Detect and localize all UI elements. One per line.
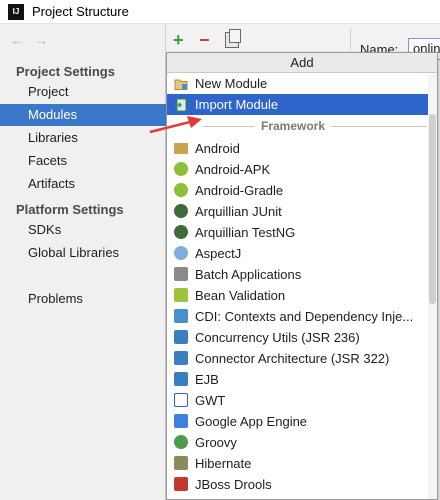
separator-label: Framework	[255, 118, 332, 134]
popup-item-framework[interactable]: Arquillian JUnit	[167, 201, 437, 222]
arquillian-icon	[174, 225, 188, 239]
folder-module-icon	[174, 76, 188, 90]
popup-item-label: Bean Validation	[195, 288, 286, 303]
groovy-icon	[174, 435, 188, 449]
popup-item-framework[interactable]: Arquillian TestNG	[167, 222, 437, 243]
popup-item-framework[interactable]: Hibernate	[167, 453, 437, 474]
add-popup: Add New Module Import Module Framework A…	[166, 52, 438, 500]
popup-item-framework[interactable]: CDI: Contexts and Dependency Inje...	[167, 306, 437, 327]
popup-item-label: Arquillian TestNG	[195, 225, 296, 240]
popup-item-label: Android	[195, 141, 240, 156]
add-icon[interactable]: +	[173, 31, 184, 49]
popup-item-framework[interactable]: Groovy	[167, 432, 437, 453]
popup-item-label: GWT	[195, 393, 226, 408]
divider	[350, 28, 351, 50]
folder-icon	[174, 143, 188, 154]
popup-item-label: Android-APK	[195, 162, 271, 177]
popup-item-label: CDI: Contexts and Dependency Inje...	[195, 309, 414, 324]
popup-item-label: Batch Applications	[195, 267, 302, 282]
copy-icon[interactable]	[225, 29, 241, 48]
sidebar-item-global-libraries[interactable]: Global Libraries	[0, 242, 166, 264]
popup-item-label: EJB	[195, 372, 219, 387]
annotation-arrow	[149, 116, 202, 134]
arquillian-icon	[174, 204, 188, 218]
cdi-icon	[174, 309, 188, 323]
section-project-settings: Project Settings	[16, 64, 115, 79]
sidebar-item-sdks[interactable]: SDKs	[0, 219, 166, 241]
bean-validation-icon	[174, 288, 188, 302]
popup-item-framework[interactable]: JBoss Drools	[167, 474, 437, 495]
popup-item-framework[interactable]: Concurrency Utils (JSR 236)	[167, 327, 437, 348]
popup-item-label: New Module	[195, 76, 268, 91]
framework-list: Android Android-APK Android-Gradle Arquilli…	[167, 138, 437, 495]
popup-item-label: Android-Gradle	[195, 183, 284, 198]
popup-header: Add	[167, 53, 437, 73]
ejb-icon	[174, 372, 188, 386]
sidebar-item-facets[interactable]: Facets	[0, 150, 166, 172]
jsr-icon	[174, 351, 188, 365]
android-icon	[174, 162, 188, 176]
popup-item-label: Arquillian JUnit	[195, 204, 282, 219]
forward-arrow-icon[interactable]: →	[34, 32, 48, 48]
popup-item-label: Concurrency Utils (JSR 236)	[195, 330, 360, 345]
popup-item-label: AspectJ	[195, 246, 242, 261]
popup-item-framework[interactable]: GWT	[167, 390, 437, 411]
intellij-icon: IJ	[8, 3, 24, 20]
framework-separator: Framework	[167, 115, 437, 138]
scroll-thumb[interactable]	[429, 114, 436, 304]
popup-item-framework[interactable]: Batch Applications	[167, 264, 437, 285]
jsr-icon	[174, 330, 188, 344]
sidebar-item-artifacts[interactable]: Artifacts	[0, 173, 166, 195]
sidebar-item-project[interactable]: Project	[0, 81, 166, 103]
popup-scrollbar[interactable]	[428, 74, 437, 499]
back-arrow-icon[interactable]: ←	[10, 32, 24, 48]
sidebar: ← → Project Settings Project Modules Lib…	[0, 24, 166, 500]
sidebar-item-problems[interactable]: Problems	[0, 288, 166, 310]
popup-item-framework[interactable]: Google App Engine	[167, 411, 437, 432]
aspectj-icon	[174, 246, 188, 260]
popup-item-label: Groovy	[195, 435, 237, 450]
sidebar-item-libraries[interactable]: Libraries	[0, 127, 166, 149]
popup-item-label: Google App Engine	[195, 414, 308, 429]
popup-item-label: Connector Architecture (JSR 322)	[195, 351, 390, 366]
window-title: Project Structure	[32, 4, 129, 19]
popup-item-label: JBoss Drools	[195, 477, 272, 492]
popup-item-label: Import Module	[195, 97, 279, 112]
remove-icon[interactable]: −	[199, 31, 210, 49]
android-icon	[174, 183, 188, 197]
hibernate-icon	[174, 456, 188, 470]
popup-item-framework[interactable]: Bean Validation	[167, 285, 437, 306]
popup-item-framework[interactable]: Android	[167, 138, 437, 159]
nav-buttons: ← →	[10, 32, 48, 48]
popup-item-new-module[interactable]: New Module	[167, 73, 437, 94]
import-module-icon	[174, 97, 188, 112]
gwt-icon	[174, 393, 188, 407]
popup-item-framework[interactable]: AspectJ	[167, 243, 437, 264]
app-engine-icon	[174, 414, 188, 428]
popup-item-import-module[interactable]: Import Module	[167, 94, 437, 115]
batch-icon	[174, 267, 188, 281]
popup-item-framework[interactable]: Android-Gradle	[167, 180, 437, 201]
popup-item-label: Hibernate	[195, 456, 252, 471]
popup-item-framework[interactable]: Android-APK	[167, 159, 437, 180]
jboss-icon	[174, 477, 188, 491]
popup-item-framework[interactable]: Connector Architecture (JSR 322)	[167, 348, 437, 369]
section-platform-settings: Platform Settings	[16, 202, 124, 217]
sidebar-item-modules[interactable]: Modules	[0, 104, 166, 126]
popup-item-framework[interactable]: EJB	[167, 369, 437, 390]
title-bar: IJ Project Structure	[0, 0, 440, 24]
